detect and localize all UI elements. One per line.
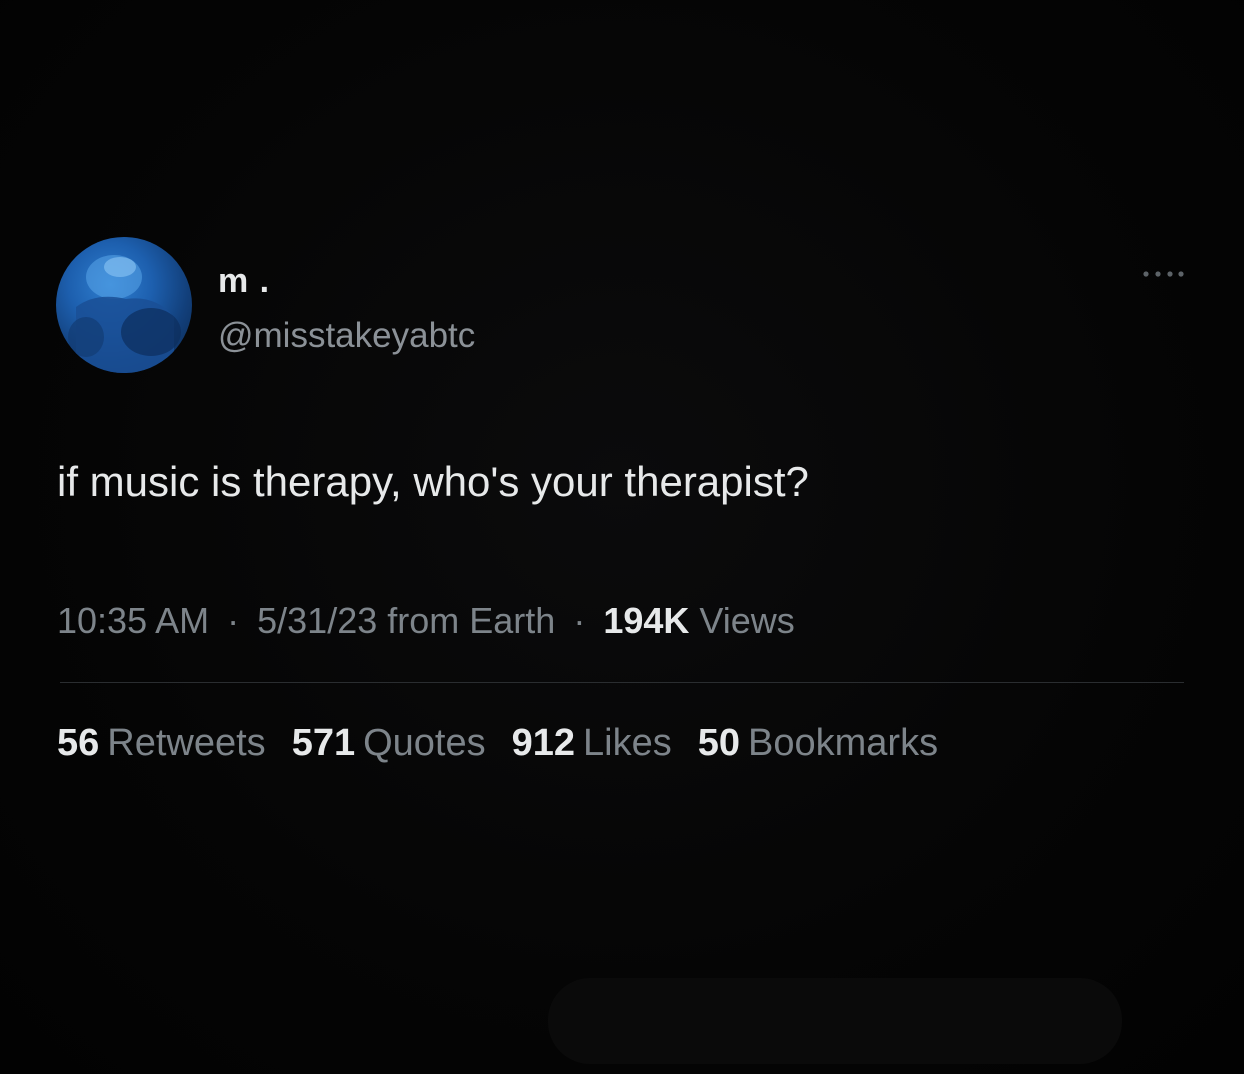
quotes-label: Quotes <box>363 722 486 764</box>
user-handle[interactable]: @misstakeyabtc <box>218 316 475 356</box>
meta-separator: · <box>573 600 586 641</box>
bookmarks-count: 50 <box>697 722 741 764</box>
retweets-count: 56 <box>57 722 100 764</box>
engagement-stats: 56 Retweets 571 Quotes 912 Likes 50 Bookmark… <box>57 722 964 765</box>
more-options-button[interactable] <box>1140 262 1186 286</box>
more-horizontal-icon <box>1143 271 1184 277</box>
likes-count: 912 <box>511 722 576 764</box>
likes-label: Likes <box>583 722 672 764</box>
tweet-text: if music is therapy, who's your therapis… <box>57 458 809 505</box>
divider <box>60 682 1184 683</box>
likes-stat[interactable]: 912 Likes <box>512 722 672 765</box>
views-count: 194K <box>603 600 690 641</box>
retweets-stat[interactable]: 56 Retweets <box>57 722 266 765</box>
avatar-image <box>68 255 181 373</box>
blurred-overlay <box>548 978 1122 1064</box>
tweet-time[interactable]: 10:35 AM <box>57 600 209 641</box>
bookmarks-stat[interactable]: 50 Bookmarks <box>698 722 938 765</box>
tweet-meta: 10:35 AM · 5/31/23 from Earth · 194K Vie… <box>57 600 795 642</box>
tweet-screenshot: m . @misstakeyabtc if music is therapy, … <box>0 0 1244 1074</box>
bookmarks-label: Bookmarks <box>748 722 939 764</box>
avatar[interactable] <box>56 237 192 373</box>
meta-separator: · <box>227 600 240 641</box>
tweet-date-source: 5/31/23 from Earth <box>257 600 556 641</box>
views-label: Views <box>699 600 795 641</box>
quotes-stat[interactable]: 571 Quotes <box>292 722 486 765</box>
retweets-label: Retweets <box>107 722 266 764</box>
quotes-count: 571 <box>291 722 356 764</box>
display-name[interactable]: m . <box>218 262 270 301</box>
